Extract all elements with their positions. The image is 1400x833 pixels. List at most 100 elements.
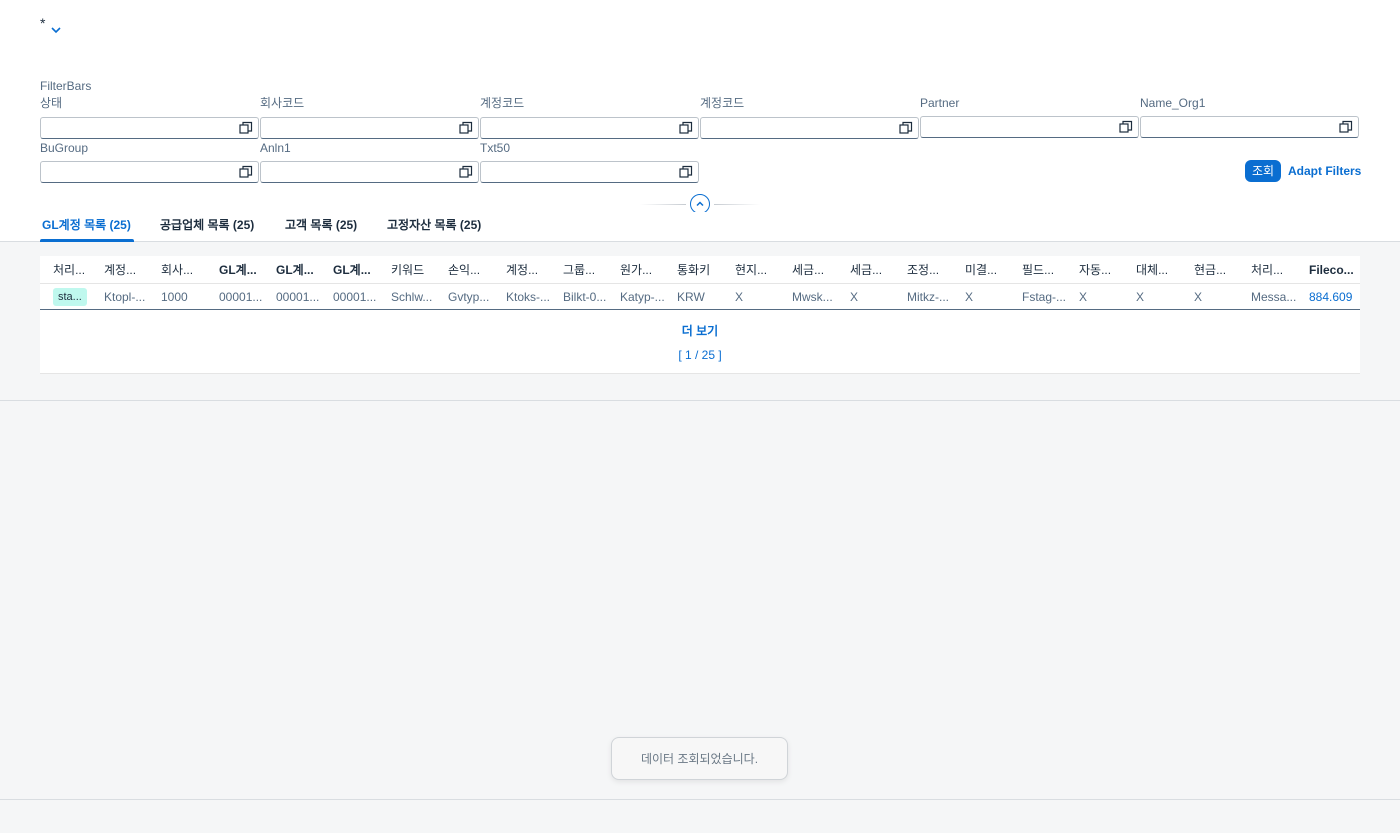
status-cell: sta... [53,285,93,309]
column-header[interactable]: 회사... [161,256,211,283]
value-help-icon[interactable] [239,165,253,179]
collapse-header-button[interactable] [690,194,710,214]
value-help-icon[interactable] [679,121,693,135]
header-divider-right [714,204,760,205]
value-help-icon[interactable] [899,121,913,135]
table-cell: 1000 [161,290,188,304]
filter-input-account-code-1[interactable] [480,117,699,139]
load-more-button[interactable]: 더 보기 [40,322,1360,339]
column-header[interactable]: 현지... [735,256,785,283]
tab-vendors[interactable]: 공급업체 목록 (25) [160,216,254,242]
filter-label: 상태 [40,96,63,110]
filter-input-status[interactable] [40,117,259,139]
filter-label: Txt50 [480,141,511,155]
status-badge: sta... [53,288,87,306]
table-cell: Messa... [1251,290,1297,304]
table-cell: Bilkt-0... [563,290,607,304]
column-header[interactable]: 처리... [53,256,93,283]
table-cell: 00001... [333,290,377,304]
table-cell: 00001... [276,290,320,304]
filter-partner: Partner [920,96,1139,138]
column-header[interactable]: 원가... [620,256,670,283]
column-header[interactable]: 대체... [1136,256,1186,283]
header-divider-left [640,204,686,205]
column-header[interactable]: GL계... [333,256,383,283]
column-header[interactable]: 손익... [448,256,498,283]
filter-account-code-1: 계정코드 [480,96,699,139]
value-help-icon[interactable] [1119,120,1133,134]
filterbar-title: FilterBars [40,79,92,93]
column-header[interactable]: 세금... [792,256,842,283]
page-counter: [ 1 / 25 ] [678,348,722,362]
column-header[interactable]: 미결... [965,256,1015,283]
filter-name-org1: Name_Org1 [1140,96,1359,138]
table-cell: X [965,290,974,304]
tab-gl-accounts[interactable]: GL계정 목록 (25) [40,216,134,242]
toast-message: 데이터 조회되었습니다. [611,737,788,780]
filter-input-name-org1[interactable] [1140,116,1359,138]
table-cell: X [850,290,859,304]
gl-account-table: 처리... 계정... 회사... GL계... GL계... GL계... 키… [40,256,1360,374]
table-cell: 00001... [219,290,263,304]
filter-anln1: Anln1 [260,141,479,183]
footer-separator [0,799,1400,800]
filter-label: BuGroup [40,141,89,155]
value-help-icon[interactable] [679,165,693,179]
value-help-icon[interactable] [459,121,473,135]
column-header[interactable]: GL계... [276,256,326,283]
column-header[interactable]: 키워드 [391,256,441,283]
column-header[interactable]: 처리... [1251,256,1301,283]
chevron-up-icon [696,201,704,207]
table-cell: X [1079,290,1088,304]
filter-label: Name_Org1 [1140,96,1206,110]
value-help-icon[interactable] [1339,120,1353,134]
filter-input-partner[interactable] [920,116,1139,138]
filter-bugroup: BuGroup [40,141,259,183]
fileco-link[interactable]: 884.609 [1309,285,1359,309]
filter-input-anln1[interactable] [260,161,479,183]
table-cell: Ktopl-... [104,290,146,304]
value-help-icon[interactable] [459,165,473,179]
filter-account-code-2: 계정코드 [700,96,919,139]
variant-title[interactable]: * [40,16,63,37]
table-row[interactable]: sta... Ktopl-... 1000 00001... 00001... … [40,285,1360,310]
table-cell: Fstag-... [1022,290,1067,304]
table-cell: KRW [677,290,705,304]
filter-input-account-code-2[interactable] [700,117,919,139]
column-header[interactable]: 통화키 [677,256,727,283]
column-header[interactable]: 현금... [1194,256,1244,283]
chevron-down-icon[interactable] [49,23,63,37]
table-cell: X [1136,290,1145,304]
table-cell: X [735,290,744,304]
filter-label: Partner [920,96,960,110]
table-cell: Mitkz-... [907,290,949,304]
column-header[interactable]: 자동... [1079,256,1129,283]
filter-txt50: Txt50 [480,141,699,183]
tab-customers[interactable]: 고객 목록 (25) [285,216,357,242]
filter-input-txt50[interactable] [480,161,699,183]
column-header[interactable]: 계정... [506,256,556,283]
column-header[interactable]: Fileco... [1309,256,1359,283]
table-cell: Katyp-... [620,290,665,304]
table-cell: X [1194,290,1203,304]
column-header[interactable]: 계정... [104,256,154,283]
column-header[interactable]: 조정... [907,256,957,283]
tab-bar: GL계정 목록 (25) 공급업체 목록 (25) 고객 목록 (25) 고정자… [0,212,1400,242]
column-header[interactable]: GL계... [219,256,269,283]
value-help-icon[interactable] [239,121,253,135]
table-cell: Schlw... [391,290,433,304]
filter-input-bugroup[interactable] [40,161,259,183]
go-button[interactable]: 조회 [1245,160,1282,182]
filter-label: 계정코드 [700,96,745,110]
table-cell: Ktoks-... [506,290,551,304]
table-cell: Mwsk... [792,290,833,304]
tab-fixed-assets[interactable]: 고정자산 목록 (25) [387,216,481,242]
filter-input-company-code[interactable] [260,117,479,139]
content-separator [0,400,1400,401]
column-header[interactable]: 세금... [850,256,900,283]
unsaved-marker: * [40,15,46,31]
column-header[interactable]: 필드... [1022,256,1072,283]
adapt-filters-button[interactable]: Adapt Filters [1288,160,1361,182]
column-header[interactable]: 그룹... [563,256,613,283]
filter-company-code: 회사코드 [260,96,479,139]
